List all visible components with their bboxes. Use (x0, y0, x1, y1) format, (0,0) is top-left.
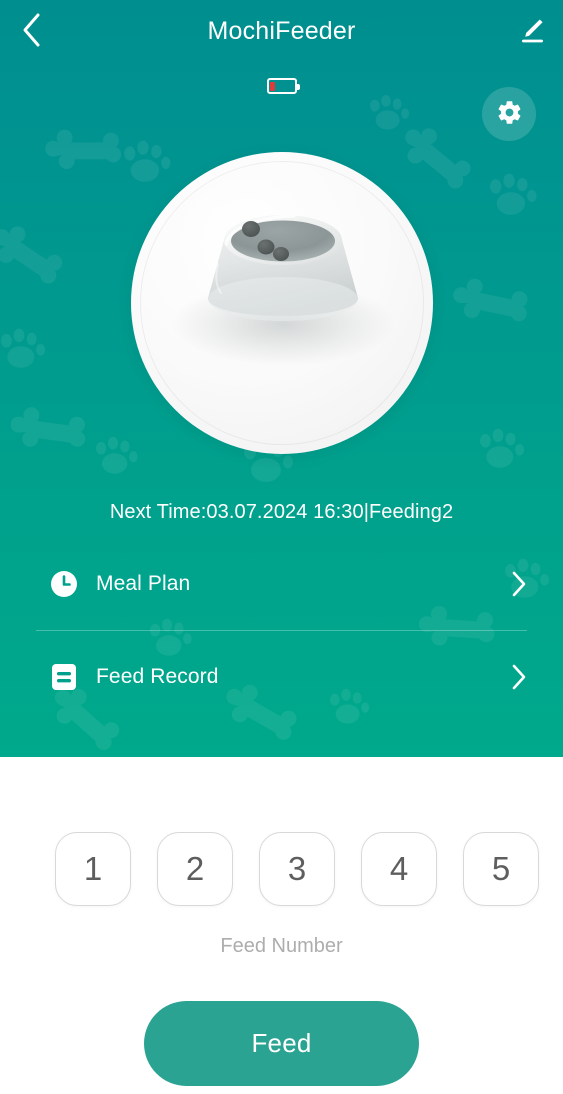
chevron-right-icon (508, 664, 530, 690)
feed-number-chip-2[interactable]: 2 (157, 832, 233, 906)
app-root: MochiFeeder Next Time:03.07.2024 16:30|F… (0, 0, 563, 1094)
back-button[interactable] (0, 0, 62, 62)
menu-item-label: Feed Record (96, 665, 219, 688)
hero-panel: MochiFeeder Next Time:03.07.2024 16:30|F… (0, 0, 563, 757)
record-list-icon (50, 663, 78, 691)
menu-divider (36, 630, 527, 631)
feed-button[interactable]: Feed (144, 1001, 419, 1086)
device-image-disc[interactable] (131, 152, 433, 454)
settings-button[interactable] (482, 87, 536, 141)
battery-fill-level (270, 81, 276, 91)
edit-button[interactable] (501, 0, 563, 62)
menu-item-meal-plan[interactable]: Meal Plan (0, 548, 563, 620)
pencil-edit-icon (517, 15, 547, 48)
menu-list: Meal Plan Feed Record (0, 548, 563, 713)
feed-number-label: Feed Number (220, 935, 343, 957)
next-feed-time: Next Time:03.07.2024 16:30|Feeding2 (109, 501, 454, 523)
gear-icon (496, 99, 523, 129)
feed-number-chip-5[interactable]: 5 (463, 832, 539, 906)
pet-food-bowl-illustration (131, 152, 433, 454)
feed-number-chip-4[interactable]: 4 (361, 832, 437, 906)
battery-status (0, 78, 563, 94)
menu-item-feed-record[interactable]: Feed Record (0, 641, 563, 713)
chevron-left-icon (20, 12, 42, 51)
battery-low-icon (266, 78, 300, 94)
page-title: MochiFeeder (207, 16, 356, 45)
top-navigation-bar: MochiFeeder (0, 0, 563, 62)
feed-number-chip-3[interactable]: 3 (259, 832, 335, 906)
feed-number-selector[interactable]: 12345 (0, 827, 563, 911)
feed-number-chip-1[interactable]: 1 (55, 832, 131, 906)
clock-icon (50, 570, 78, 598)
chevron-right-icon (508, 571, 530, 597)
menu-item-label: Meal Plan (96, 572, 191, 595)
